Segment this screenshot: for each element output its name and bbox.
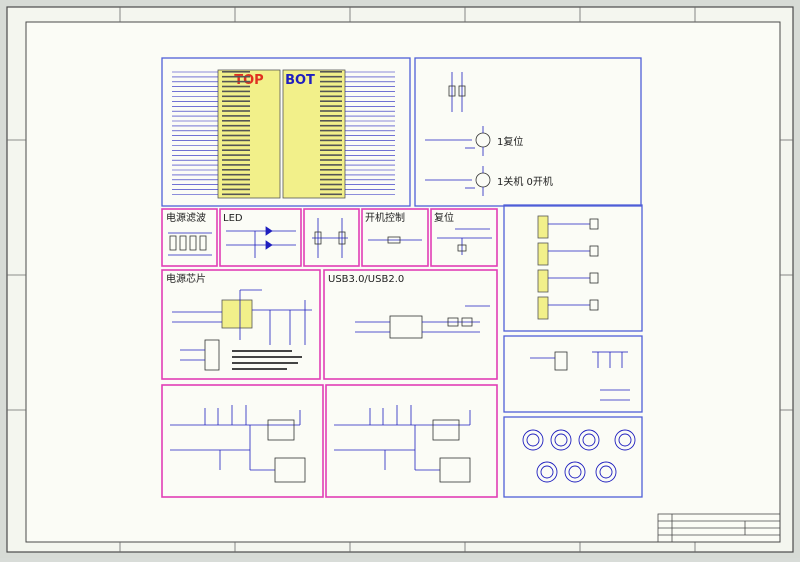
mcu-pin-label [222, 124, 250, 127]
mcu-pin-label [320, 173, 342, 176]
mcu-pin-label [320, 134, 342, 137]
reset-small-title: 复位 [434, 211, 454, 224]
mcu-pin-label [222, 115, 250, 117]
mcu-pin-label [320, 105, 342, 107]
power-switch-title: 开机控制 [365, 211, 405, 224]
mcu-pin-label [320, 129, 342, 132]
mcu-pin-label [320, 71, 342, 73]
mcu-pin-label [222, 164, 250, 166]
mcu-pin-label [320, 144, 342, 147]
mcu-pin-label [222, 120, 250, 122]
mcu-pin-label [222, 95, 250, 98]
mcu-pin-label [222, 85, 250, 88]
schematic-canvas: TOP BOT 1复位 1关机 0开机 电源滤波 LED 开机控制 复位 电源芯… [0, 0, 800, 558]
mcu-pin-label [222, 100, 250, 102]
mcu-pin-label [222, 139, 250, 142]
mcu-pin-label [222, 90, 250, 93]
mcu-pin-label [222, 193, 250, 196]
mcu-pin-label [222, 149, 250, 151]
mcu-pin-label [222, 154, 250, 156]
mcu-pin-label [320, 149, 342, 151]
mcu-pin-label [222, 144, 250, 147]
mcu-pin-label [222, 129, 250, 132]
mcu-pin-label [222, 134, 250, 137]
mcu-pin-label [320, 75, 342, 78]
mcu-pin-label [320, 124, 342, 127]
mcu-pin-label [320, 120, 342, 122]
mcu-pin-label [320, 193, 342, 196]
mcu-pin-label [320, 115, 342, 117]
mcu-pin-label [320, 154, 342, 156]
mcu-pin-label [320, 188, 342, 191]
mcu-pin-label [320, 100, 342, 102]
usb-title: USB3.0/USB2.0 [328, 274, 404, 285]
mcu-pin-label [320, 95, 342, 98]
mcu-pin-label [320, 178, 342, 181]
mcu-pin-label [320, 85, 342, 88]
mcu-pin-label [222, 188, 250, 191]
mcu-pin-label [320, 159, 342, 161]
led-title: LED [223, 213, 243, 224]
power-ic-title: 电源芯片 [166, 272, 206, 285]
mcu-bot-label: BOT [285, 73, 315, 88]
mcu-pin-label [320, 183, 342, 186]
mcu-pin-label [222, 80, 250, 83]
mcu-pin-label [222, 173, 250, 176]
mcu-pin-label [222, 159, 250, 161]
mcu-pin-label [320, 80, 342, 83]
mcu-pin-label [222, 183, 250, 186]
power-label: 1关机 0开机 [497, 175, 553, 188]
mcu-pin-label [222, 105, 250, 107]
filter-title: 电源滤波 [166, 211, 206, 224]
mcu-pin-label [222, 178, 250, 181]
mcu-pin-label [320, 110, 342, 112]
mcu-pin-label [222, 169, 250, 171]
reset-label: 1复位 [497, 135, 523, 148]
mcu-pin-label [222, 71, 250, 73]
mcu-pin-label [222, 75, 250, 78]
mcu-pin-label [320, 169, 342, 171]
mcu-pin-label [320, 164, 342, 166]
mcu-pin-label [320, 90, 342, 93]
mcu-pin-label [320, 139, 342, 142]
mcu-pin-label [222, 110, 250, 112]
